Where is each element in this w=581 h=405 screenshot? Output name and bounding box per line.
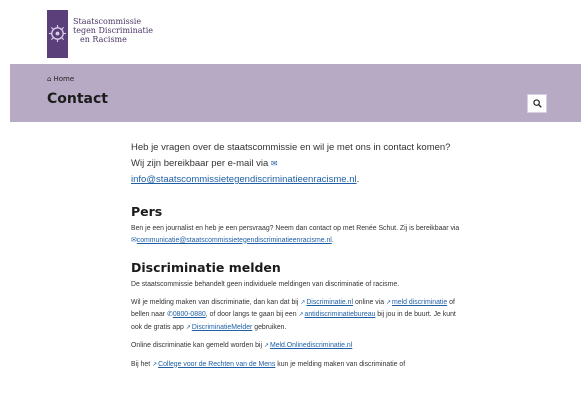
breadcrumb: ⌂ Home	[47, 75, 74, 83]
intro-paragraph: Heb je vragen over de staatscommissie en…	[131, 140, 466, 188]
info-email-link[interactable]: info@staatscommissietegendiscriminatieen…	[131, 174, 357, 185]
melden-paragraph-1: De staatscommissie behandelt geen indivi…	[131, 281, 400, 288]
site-header: Staatscommissie tegen Discriminatie en R…	[0, 0, 581, 64]
discriminatie-nl-link[interactable]: Discriminatie.nl	[306, 299, 353, 306]
section-heading-pers: Pers	[131, 204, 163, 219]
external-link-icon: ↗	[263, 343, 269, 349]
melden-text-a: Wil je melding maken van discriminatie, …	[131, 298, 299, 306]
page-title: Contact	[47, 91, 108, 107]
breadcrumb-home-link[interactable]: Home	[53, 75, 74, 83]
pers-paragraph: Ben je een journalist en heb je een pers…	[131, 223, 466, 246]
external-link-icon: ↗	[152, 361, 158, 368]
search-icon	[532, 99, 542, 108]
melden-text-bij: Bij het	[131, 360, 151, 368]
logo-star-icon	[48, 24, 67, 43]
mail-icon: ✉	[270, 159, 278, 168]
melden-paragraph-2: Wil je melding maken van discriminatie, …	[131, 297, 466, 335]
logo-line-2: tegen Discriminatie	[73, 26, 154, 35]
melden-paragraph-3: Online discriminatie kan gemeld worden b…	[131, 340, 466, 353]
pers-text: Ben je een journalist en heb je een pers…	[131, 225, 460, 232]
melden-paragraph-4: Bij het ↗College voor de Rechten van de …	[131, 359, 466, 372]
section-heading-melden: Discriminatie melden	[131, 260, 281, 275]
external-link-icon: ↗	[298, 312, 304, 318]
melden-text-f: gebruiken.	[254, 323, 287, 331]
logo-wordmark[interactable]: Staatscommissie tegen Discriminatie en R…	[73, 17, 153, 44]
melden-text-d: , of door langs te gaan bij een	[205, 311, 297, 318]
college-link[interactable]: College voor de Rechten van de Mens	[158, 361, 275, 368]
home-icon: ⌂	[47, 75, 52, 83]
melden-text-online: Online discriminatie kan gemeld worden b…	[131, 342, 262, 349]
intro-end: .	[356, 174, 360, 185]
search-button[interactable]	[527, 94, 547, 113]
antidiscriminatiebureau-link[interactable]: antidiscriminatiebureau	[305, 311, 376, 318]
logo-line-1: Staatscommissie	[73, 17, 142, 26]
logo-line-3: en Racisme	[80, 35, 127, 44]
phone-link[interactable]: 0800-0880	[173, 311, 206, 318]
meld-online-link[interactable]: Meld.Onlinediscriminatie.nl	[270, 342, 352, 349]
intro-text: Heb je vragen over de staatscommissie en…	[131, 142, 451, 169]
external-link-icon: ↗	[300, 299, 306, 306]
communicatie-email-link[interactable]: communicatie@staatscommissietegendiscrim…	[137, 237, 332, 244]
pers-end: .	[331, 236, 334, 244]
meld-discriminatie-link[interactable]: meld discriminatie	[392, 299, 447, 306]
main-content: Heb je vragen over de staatscommissie en…	[131, 140, 466, 371]
external-link-icon: ↗	[185, 324, 191, 331]
melden-text-college: kun je melding maken van discriminatie o…	[277, 360, 406, 368]
melden-text-b: online via	[354, 298, 385, 306]
discriminatiemelder-link[interactable]: DiscriminatieMelder	[192, 324, 253, 331]
logo-emblem[interactable]	[47, 10, 68, 58]
external-link-icon: ↗	[386, 299, 392, 306]
